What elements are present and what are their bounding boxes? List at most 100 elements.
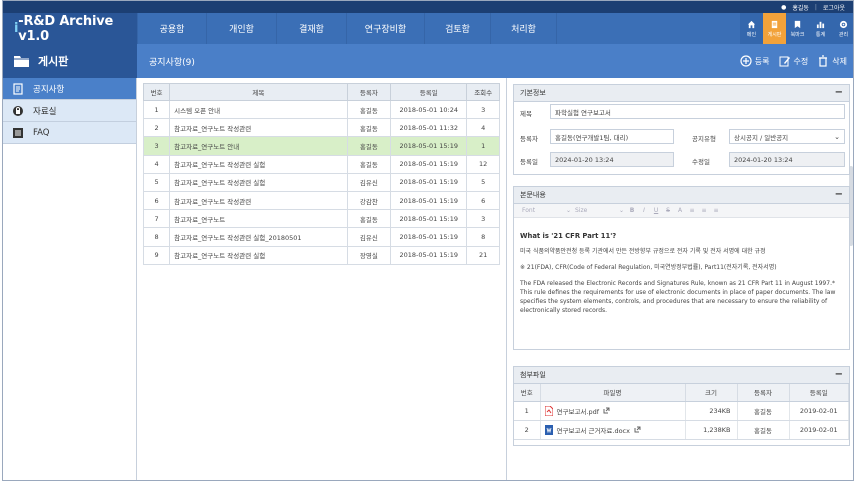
notice-icon [13,82,23,95]
col-title[interactable]: 제목 [169,83,348,101]
reg-date-label: 등록일 [520,158,538,166]
italic-icon[interactable]: I [640,207,648,214]
chevron-down-icon: ⌄ [834,132,840,141]
col-number[interactable]: 번호 [142,83,171,101]
sidebar-item-notice[interactable]: 공지사항 [3,78,136,100]
table-header: 번호 제목 등록자 등록일 조회수 [142,83,500,101]
notice-list: 번호 제목 등록자 등록일 조회수 1 시스템 오픈 안내 홍길동 2018-05-0… [142,83,500,265]
main-nav: i -R&D Archive v1.0 공용함 개인함 결재함 연구장비함 검토함… [3,13,853,44]
app-logo[interactable]: i -R&D Archive v1.0 [3,13,137,44]
editor-body[interactable]: What is '21 CFR Part 11'? 미국 식품의약품안전청 등록… [514,218,849,322]
menu-item-process[interactable]: 처리함 [491,13,557,44]
quick-nav-bookmark[interactable]: 북마크 [786,13,809,44]
user-icon: ● [781,3,787,11]
type-label: 공지유형 [692,135,716,143]
basic-info-header[interactable]: 기본정보 − [514,85,849,102]
menu-item-approval[interactable]: 결재함 [277,13,347,44]
bookmark-icon [794,20,801,28]
quick-nav-admin[interactable]: 관리 [832,13,853,44]
underline-icon[interactable]: U [652,207,660,214]
action-bar: 등록 수정 삭제 [740,55,853,67]
table-row[interactable]: 4 참고자료_연구노트 작성관련 실험 홍길동 2018-05-01 15:19 12 [142,154,500,174]
font-color-icon[interactable]: A [676,207,684,214]
content-paragraph: The FDA released the Electronic Records … [520,280,836,314]
attachment-name[interactable]: 연구보고서 근거자료.docx [557,425,630,435]
open-icon[interactable] [603,407,610,414]
content-line-1: 미국 식품의약품안전청 등록 기관에서 만든 전방향부 규정으로 전자 기록 및… [520,248,766,255]
table-row[interactable]: 2 연구보고서 근거자료.docx 1,238KB 홍길동 2019-02-01 [514,420,849,440]
pdf-icon [544,405,553,416]
attachments-table: 번호 파일명 크기 등록자 등록일 1 연구보고서.pdf 234KB 홍길동 … [514,384,849,440]
content-line-2: ※ 21(FDA), CFR(Code of Federal Regulatio… [520,264,777,271]
sidebar-item-faq[interactable]: FAQ [3,122,136,144]
sub-header: 게시판 공지사항(9) 등록 수정 삭제 [3,44,853,78]
table-header: 번호 파일명 크기 등록자 등록일 [514,384,849,402]
author-field[interactable]: 홍길동(연구개발1팀, 대리) [550,129,674,144]
detail-pane: 기본정보 − 제목 파학실험 연구보고서 등록자 홍길동(연구개발1팀, 대리)… [506,78,853,480]
col-number: 번호 [514,384,541,402]
collapse-icon[interactable]: − [835,370,843,380]
register-button[interactable]: 등록 [740,55,770,67]
page-title: 공지사항(9) [149,57,195,68]
table-row[interactable]: 8 참고자료_연구노트 작성관련 실험_20180501 김유신 2018-05-01… [142,227,500,247]
author-label: 등록자 [520,135,538,143]
strike-icon[interactable]: S [664,207,672,214]
trash-icon [819,55,828,67]
align-center-icon[interactable]: ≡ [700,207,708,214]
attachment-name[interactable]: 연구보고서.pdf [557,406,600,416]
attachments-panel: 첨부파일 − 번호 파일명 크기 등록자 등록일 1 연구보고서.pdf 234… [513,366,850,446]
delete-button[interactable]: 삭제 [817,55,847,67]
table-row[interactable]: 7 참고자료_연구노트 홍길동 2018-05-01 15:19 3 [142,209,500,229]
open-icon[interactable] [634,426,641,433]
title-label: 제목 [520,110,532,118]
user-name[interactable]: 홍길동 [792,3,809,12]
menu-item-personal[interactable]: 개인함 [207,13,277,44]
gear-icon [839,20,848,28]
menu-bar: 공용함 개인함 결재함 연구장비함 검토함 처리함 [137,13,557,44]
lock-icon [13,105,23,116]
board-icon [771,20,778,28]
table-row-selected[interactable]: 3 참고자료_연구노트 안내 홍길동 2018-05-01 15:19 1 [142,136,500,156]
table-row[interactable]: 1 연구보고서.pdf 234KB 홍길동 2019-02-01 [514,401,849,421]
mod-date-label: 수정일 [692,158,710,166]
table-row[interactable]: 1 시스템 오픈 안내 홍길동 2018-05-01 10:24 3 [142,99,500,120]
top-strip: ● 홍길동 | 로그아웃 [3,1,853,13]
bold-icon[interactable]: B [628,207,636,214]
chevron-down-icon: ⌄ [619,207,625,214]
edit-icon [779,56,790,67]
quick-nav-stats[interactable]: 통계 [809,13,832,44]
docx-icon [544,424,553,435]
align-left-icon[interactable]: ≡ [688,207,696,214]
edit-button[interactable]: 수정 [779,55,808,67]
home-icon [747,20,756,28]
table-row[interactable]: 5 참고자료_연구노트 작성관련 실험 김유신 2018-05-01 15:19 5 [142,172,500,192]
table-row[interactable]: 9 참고자료_연구노트 작성관련 실험 장영실 2018-05-01 15:19 21 [142,245,500,265]
size-select[interactable]: Size [575,207,615,214]
sidebar-item-library[interactable]: 자료실 [3,100,136,122]
col-date: 등록일 [789,384,849,402]
collapse-icon[interactable]: − [835,88,843,98]
menu-item-public[interactable]: 공용함 [137,13,207,44]
content-header[interactable]: 본문내용 − [514,187,849,204]
chevron-down-icon: ⌄ [566,207,572,214]
title-field[interactable]: 파학실험 연구보고서 [550,104,845,119]
col-author[interactable]: 등록자 [346,83,392,101]
menu-item-equipment[interactable]: 연구장비함 [347,13,425,44]
table-row[interactable]: 6 참고자료_연구노트 작성관련 강감찬 2018-05-01 15:19 6 [142,190,500,211]
menu-item-review[interactable]: 검토함 [425,13,491,44]
col-views[interactable]: 조회수 [466,83,500,101]
col-date[interactable]: 등록일 [390,83,468,101]
col-filename: 파일명 [540,384,686,402]
font-select[interactable]: Font [522,207,562,214]
align-right-icon[interactable]: ≡ [712,207,720,214]
table-row[interactable]: 2 참고자료_연구노트 작성관련 홍길동 2018-05-01 11:32 4 [142,118,500,138]
chart-icon [816,21,825,28]
content-heading: What is '21 CFR Part 11'? [520,232,617,240]
quick-nav-home[interactable]: 메인 [740,13,763,44]
attachments-header[interactable]: 첨부파일 − [514,367,849,384]
logout-link[interactable]: 로그아웃 [823,3,845,12]
collapse-icon[interactable]: − [835,190,843,200]
editor-toolbar: Font ⌄ Size ⌄ B I U S A ≡ ≡ ≡ [514,204,849,218]
quick-nav-board[interactable]: 게시판 [763,13,786,44]
type-select[interactable]: 상시공지 / 일반공지 ⌄ [729,129,845,144]
